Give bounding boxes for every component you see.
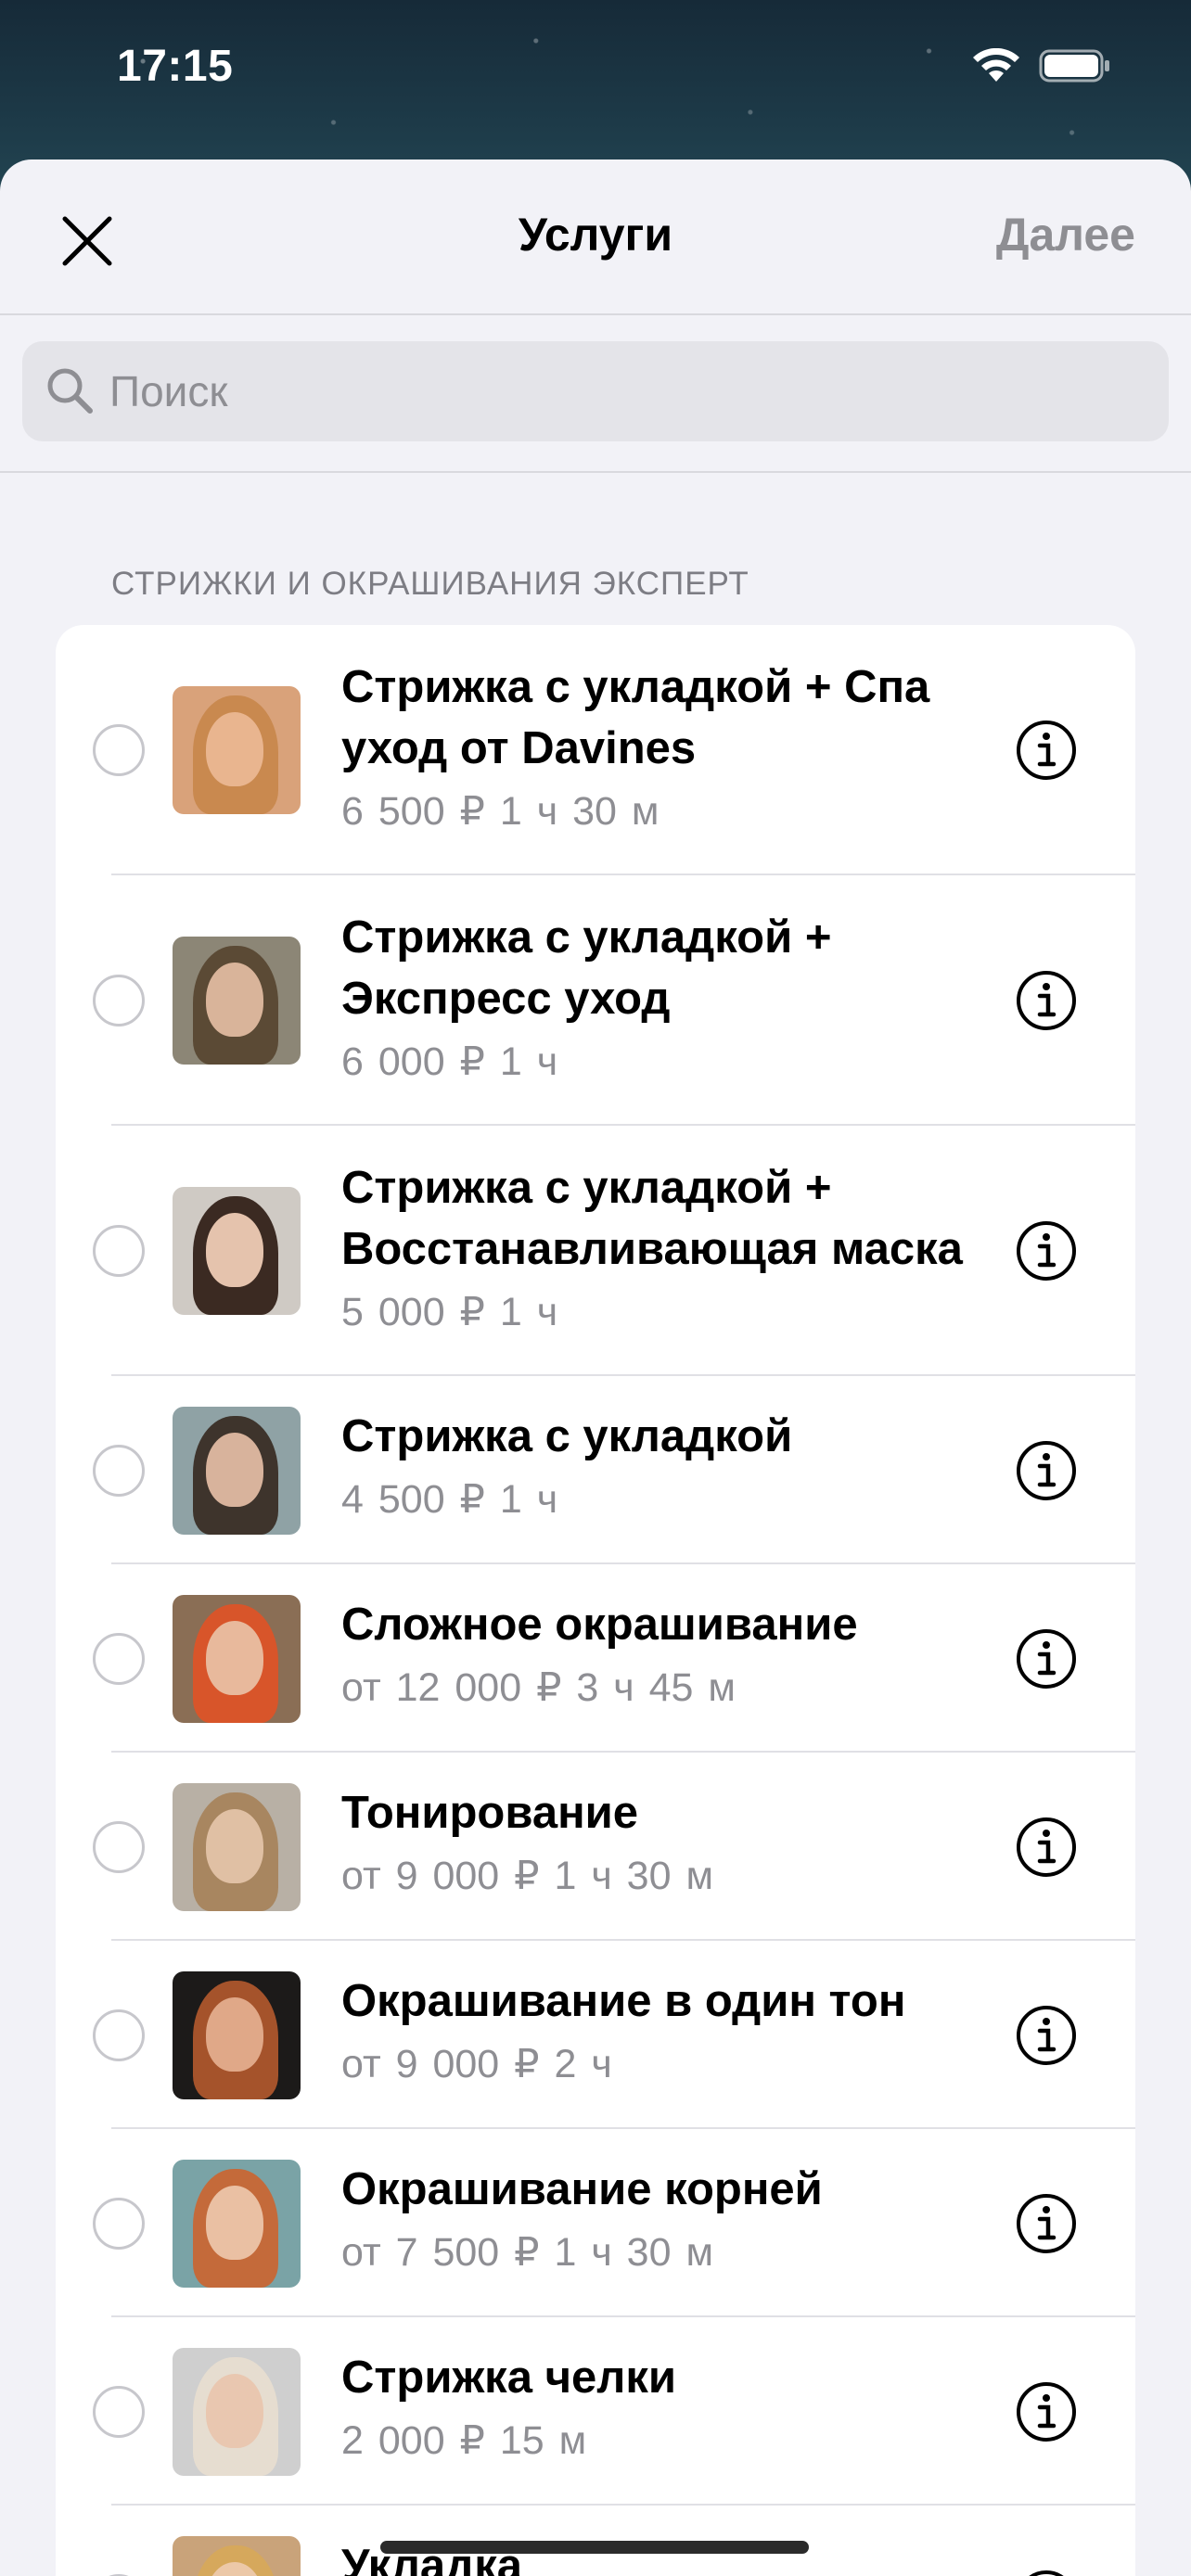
select-radio[interactable] [93, 1632, 145, 1685]
service-price-duration: 6 000 ₽ 1 ч [341, 1039, 558, 1084]
service-photo [173, 1187, 301, 1315]
service-row[interactable]: Окрашивание в один тон от 9 000 ₽ 2 ч [56, 1941, 1135, 2129]
select-radio[interactable] [93, 1444, 145, 1497]
service-price-duration: от 7 500 ₽ 1 ч 30 м [341, 2230, 714, 2275]
info-icon[interactable] [1015, 1439, 1078, 1502]
next-button[interactable]: Далее [996, 208, 1135, 261]
service-price-duration: от 12 000 ₽ 3 ч 45 м [341, 1665, 736, 1710]
search-field[interactable] [22, 341, 1169, 441]
service-price-duration: от 9 000 ₽ 1 ч 30 м [341, 1854, 714, 1898]
service-photo [173, 937, 301, 1065]
service-title: Окрашивание корней [341, 2164, 823, 2214]
service-row[interactable]: Сложное окрашивание от 12 000 ₽ 3 ч 45 м [56, 1564, 1135, 1753]
service-title: Тонирование [341, 1788, 639, 1838]
select-radio[interactable] [93, 2197, 145, 2250]
services-sheet: Услуги Далее СТРИЖКИ И ОКРАШИВАНИЯ ЭКСПЕ… [0, 159, 1191, 2576]
status-bar: 17:15 [0, 0, 1191, 139]
service-row[interactable]: Стрижка с укладкой 4 500 ₽ 1 ч [56, 1376, 1135, 1564]
status-time: 17:15 [117, 42, 234, 91]
home-indicator [380, 2541, 809, 2554]
select-radio[interactable] [93, 724, 145, 776]
info-icon[interactable] [1015, 2004, 1078, 2067]
service-row[interactable]: Тонирование от 9 000 ₽ 1 ч 30 м [56, 1753, 1135, 1941]
info-icon[interactable] [1015, 1219, 1078, 1282]
section-header: СТРИЖКИ И ОКРАШИВАНИЯ ЭКСПЕРТ [111, 566, 749, 602]
service-title: Сложное окрашивание [341, 1600, 858, 1650]
wifi-icon [973, 48, 1019, 82]
info-icon[interactable] [1015, 2192, 1078, 2255]
service-row[interactable]: Стрижка челки 2 000 ₽ 15 м [56, 2317, 1135, 2506]
select-radio[interactable] [93, 2385, 145, 2438]
service-row[interactable]: Стрижка с укладкой + Экспресс уход 6 000 … [56, 875, 1135, 1126]
service-price-duration: 6 500 ₽ 1 ч 30 м [341, 789, 660, 834]
info-icon[interactable] [1015, 2380, 1078, 2443]
service-title: Стрижка челки [341, 2353, 677, 2403]
service-title: Стрижка с укладкой [341, 1411, 793, 1461]
select-radio[interactable] [93, 1225, 145, 1277]
service-row[interactable]: Стрижка с укладкой + Спа уход от Davines… [56, 625, 1135, 875]
info-icon[interactable] [1015, 719, 1078, 782]
services-list: Стрижка с укладкой + Спа уход от Davines… [56, 625, 1135, 2576]
service-price-duration: от 9 000 ₽ 2 ч [341, 2042, 612, 2086]
service-photo [173, 686, 301, 814]
service-photo [173, 2535, 301, 2576]
service-photo [173, 2159, 301, 2288]
select-radio[interactable] [93, 975, 145, 1027]
search-area [0, 315, 1191, 473]
info-icon[interactable] [1015, 2569, 1078, 2576]
service-photo [173, 1594, 301, 1723]
service-photo [173, 1782, 301, 1911]
service-photo [173, 2347, 301, 2476]
service-title: Окрашивание в один тон [341, 1976, 906, 2026]
info-icon[interactable] [1015, 1816, 1078, 1879]
service-row[interactable]: Стрижка с укладкой + Восстанавливающая м… [56, 1126, 1135, 1376]
service-title: Стрижка с укладкой + Спа уход от Davines [341, 662, 930, 773]
service-price-duration: 4 500 ₽ 1 ч [341, 1477, 558, 1522]
search-icon [47, 368, 93, 414]
service-title: Стрижка с укладкой + Экспресс уход [341, 912, 832, 1024]
select-radio[interactable] [93, 1820, 145, 1873]
battery-icon [1039, 49, 1109, 83]
service-price-duration: 2 000 ₽ 15 м [341, 2418, 587, 2463]
service-price-duration: 5 000 ₽ 1 ч [341, 1290, 558, 1334]
service-row[interactable]: Окрашивание корней от 7 500 ₽ 1 ч 30 м [56, 2129, 1135, 2317]
navigation-bar: Услуги Далее [0, 159, 1191, 315]
service-photo [173, 1406, 301, 1535]
info-icon[interactable] [1015, 1627, 1078, 1690]
info-icon[interactable] [1015, 969, 1078, 1032]
search-input[interactable] [109, 341, 1130, 441]
service-photo [173, 1970, 301, 2099]
select-radio[interactable] [93, 2009, 145, 2061]
service-title: Стрижка с укладкой + Восстанавливающая м… [341, 1163, 963, 1274]
